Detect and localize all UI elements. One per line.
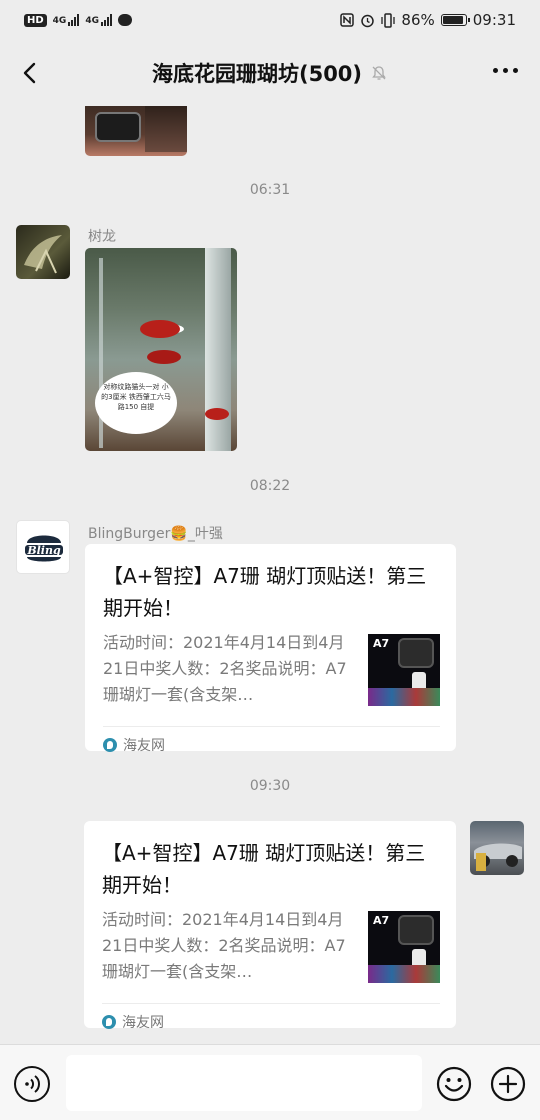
link-card-own[interactable]: 【A+智控】A7珊 瑚灯顶贴送！第三期开始！ 活动时间：2021年4月14日到4…	[84, 821, 456, 1031]
link-card-title: 【A+智控】A7珊 瑚灯顶贴送！第三期开始！	[103, 564, 427, 620]
more-horizontal-icon[interactable]	[493, 68, 518, 73]
bell-off-icon	[372, 66, 386, 80]
avatar-image	[474, 843, 522, 871]
thumbnail-label: A7	[373, 914, 390, 927]
avatar[interactable]: Bling	[16, 520, 70, 574]
link-card-source-name: 海友网	[123, 738, 165, 754]
avatar[interactable]	[470, 821, 524, 875]
link-card-body: 活动时间：2021年4月14日到4月21日中奖人数：2名奖品说明：A7珊瑚灯一套…	[103, 630, 440, 710]
battery-icon	[440, 14, 470, 26]
message-timestamp: 06:31	[249, 182, 291, 198]
chevron-left-icon[interactable]	[16, 58, 46, 88]
source-logo-icon	[103, 738, 117, 752]
chat-message-list[interactable]: 06:31 树龙 对称纹路猫头一对 小的3厘米 铁西肇工六马路150 自提 08…	[0, 106, 540, 1044]
avatar-logo-text: Bling	[26, 544, 61, 557]
sender-name: BlingBurger🍔_叶强	[88, 526, 223, 542]
message-timestamp: 08:22	[249, 478, 291, 494]
clock: 09:31	[472, 11, 516, 29]
message-input[interactable]	[66, 1055, 422, 1111]
signal-icon: 4G	[53, 14, 80, 26]
sender-name: 树龙	[88, 229, 116, 245]
link-card-source: 海友网	[102, 1004, 440, 1040]
link-card-source: 海友网	[103, 727, 440, 763]
status-left: HD 4G 4G	[24, 13, 132, 27]
voice-icon[interactable]	[14, 1066, 50, 1102]
chat-title-text: 海底花园珊瑚坊(500)	[151, 62, 363, 86]
battery-percent: 86%	[401, 11, 435, 29]
plus-icon[interactable]	[490, 1066, 526, 1102]
avatar-logo: Bling	[25, 535, 63, 562]
link-card-description: 活动时间：2021年4月14日到4月21日中奖人数：2名奖品说明：A7珊瑚灯一套…	[103, 633, 347, 704]
input-bar	[0, 1044, 540, 1120]
link-card-thumbnail: A7	[368, 634, 440, 706]
nfc-icon	[340, 13, 355, 27]
image-caption: 对称纹路猫头一对 小的3厘米 铁西肇工六马路150 自提	[95, 372, 177, 434]
source-logo-icon	[102, 1015, 116, 1029]
previous-image-message[interactable]	[85, 106, 187, 156]
link-card-title: 【A+智控】A7珊 瑚灯顶贴送！第三期开始！	[102, 841, 426, 897]
link-card-description: 活动时间：2021年4月14日到4月21日中奖人数：2名奖品说明：A7珊瑚灯一套…	[102, 910, 346, 981]
alarm-icon	[361, 14, 375, 27]
avatar-image	[24, 235, 62, 274]
vibrate-icon	[381, 12, 396, 28]
thumbnail-label: A7	[373, 637, 390, 650]
image-message[interactable]: 对称纹路猫头一对 小的3厘米 铁西肇工六马路150 自提	[85, 248, 237, 451]
signal-icon: 4G	[85, 14, 112, 26]
message-timestamp: 09:30	[249, 778, 291, 794]
hd-badge: HD	[24, 13, 47, 27]
status-right: 86% 09:31	[340, 11, 516, 29]
chat-header: 海底花园珊瑚坊(500)	[0, 40, 540, 106]
emoji-icon[interactable]	[436, 1066, 472, 1102]
avatar[interactable]	[16, 225, 70, 279]
link-card[interactable]: 【A+智控】A7珊 瑚灯顶贴送！第三期开始！ 活动时间：2021年4月14日到4…	[85, 544, 456, 754]
link-card-body: 活动时间：2021年4月14日到4月21日中奖人数：2名奖品说明：A7珊瑚灯一套…	[102, 907, 440, 987]
message-notification-icon	[117, 14, 132, 26]
link-card-source-name: 海友网	[122, 1015, 164, 1031]
chat-title: 海底花园珊瑚坊(500)	[152, 58, 388, 88]
status-bar: HD 4G 4G 86% 09:31	[0, 0, 540, 40]
link-card-thumbnail: A7	[368, 911, 440, 983]
